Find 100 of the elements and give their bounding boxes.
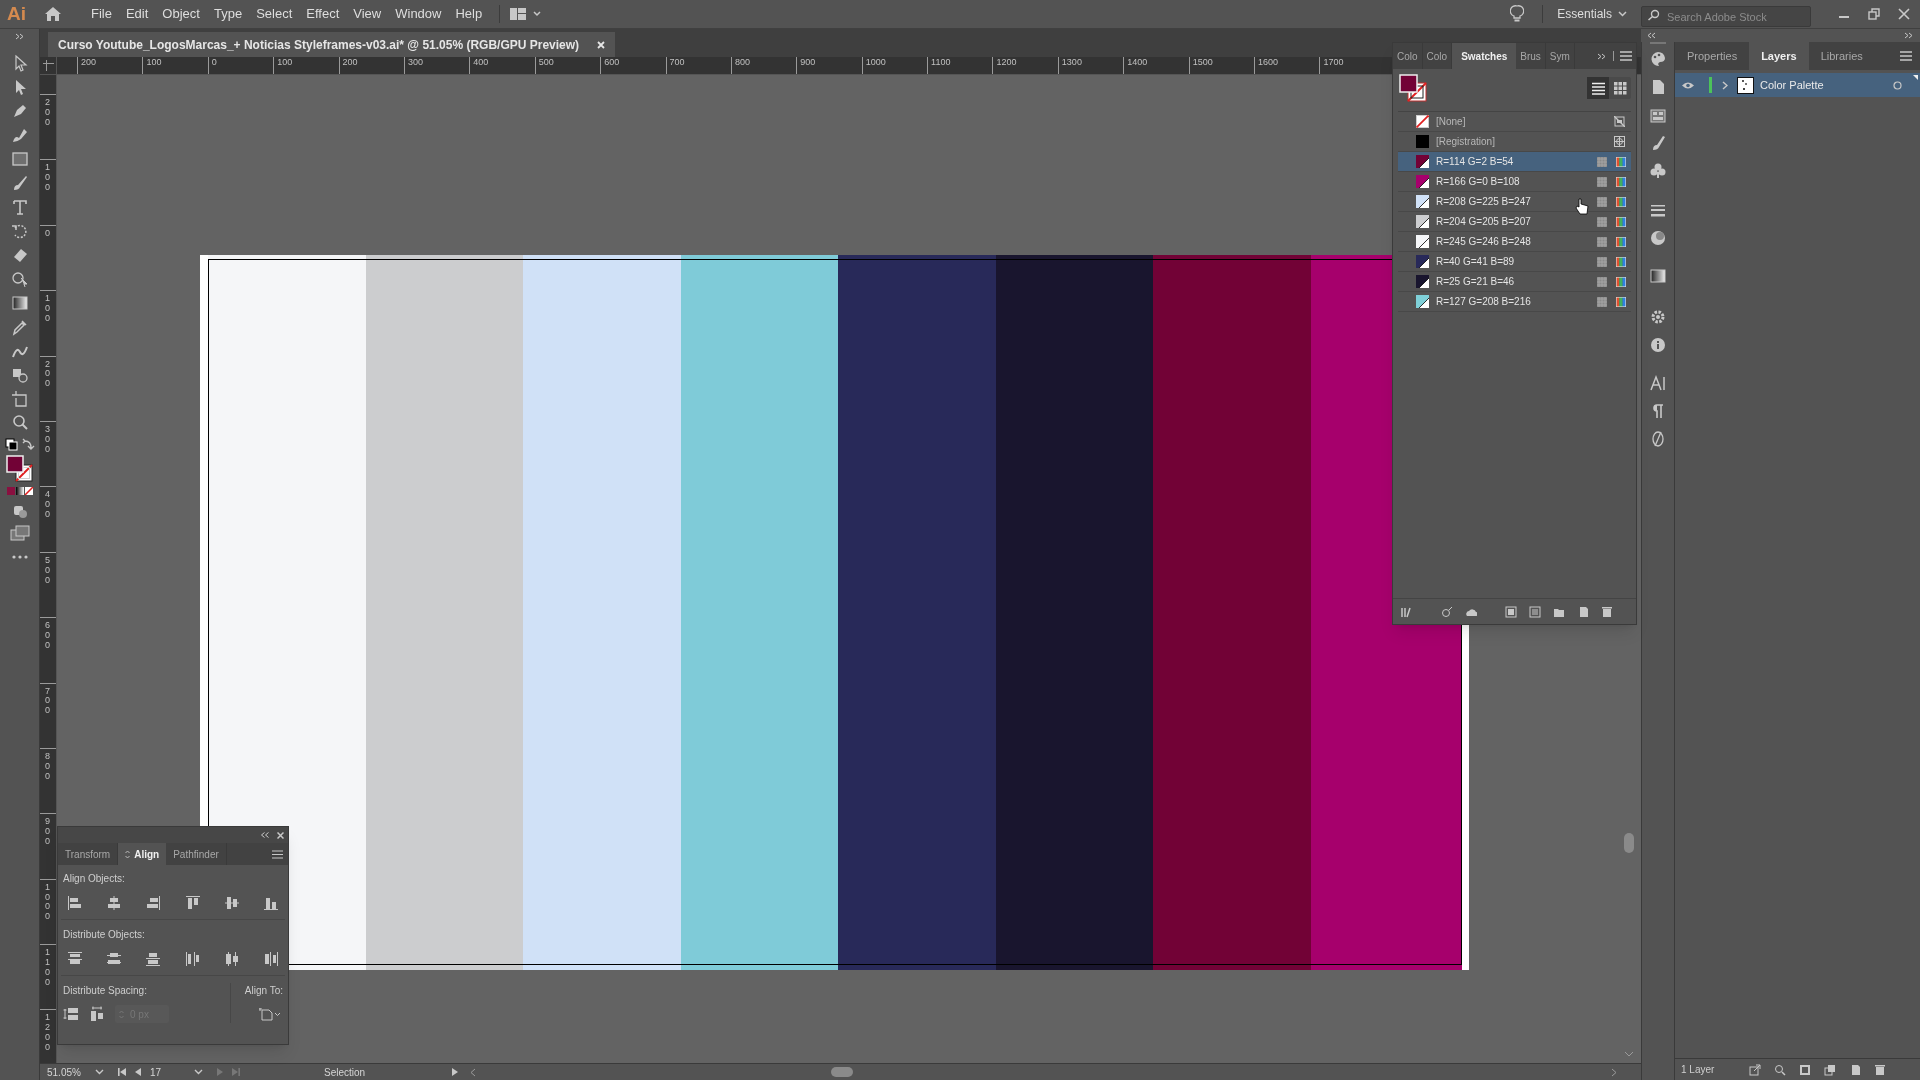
scroll-left-icon[interactable]: [470, 1067, 476, 1077]
panel-tab[interactable]: Align: [118, 843, 167, 865]
more-tabs-icon[interactable]: [1597, 52, 1607, 60]
scroll-right-icon[interactable]: [1611, 1067, 1617, 1077]
list-view-button[interactable]: [1587, 77, 1609, 99]
distribute-horizontal-spacing-icon[interactable]: [89, 1006, 105, 1022]
layer-row[interactable]: Color Palette: [1675, 73, 1920, 97]
restore-icon[interactable]: [1868, 8, 1880, 20]
artboard-number-field[interactable]: 17: [150, 1064, 194, 1080]
character-panel-icon[interactable]: [1649, 374, 1667, 392]
panel-tab[interactable]: Libraries: [1808, 42, 1875, 70]
menu-item[interactable]: Select: [249, 4, 300, 24]
gradient-panel-icon[interactable]: [1649, 267, 1667, 285]
fill-stroke-icon[interactable]: [5, 455, 34, 483]
panel-tab[interactable]: Swatches: [1452, 43, 1517, 69]
swap-fill-stroke-icon[interactable]: [4, 438, 35, 452]
workspace-dropdown[interactable]: Essentials: [1557, 5, 1627, 23]
menu-item[interactable]: View: [346, 4, 389, 24]
settings-icon[interactable]: [1649, 308, 1667, 326]
swatches-panel-icon[interactable]: [1649, 107, 1667, 125]
scrollbar-thumb[interactable]: [831, 1067, 853, 1077]
info-icon[interactable]: [1649, 336, 1667, 354]
visibility-icon[interactable]: [1681, 80, 1695, 90]
rotate-tool-icon[interactable]: [10, 222, 29, 240]
close-icon[interactable]: [597, 40, 606, 49]
swatch-row[interactable]: R=208 G=225 B=247: [1398, 192, 1631, 212]
panel-menu-icon[interactable]: [272, 849, 283, 859]
distribute-left-icon[interactable]: [184, 951, 201, 967]
panel-tab[interactable]: Layers: [1749, 42, 1809, 70]
swatch-row[interactable]: R=204 G=205 B=207: [1398, 212, 1631, 232]
home-icon[interactable]: [44, 6, 62, 22]
close-icon[interactable]: [277, 831, 284, 839]
align-to-dropdown-icon[interactable]: [259, 1007, 281, 1021]
first-artboard-icon[interactable]: [118, 1068, 126, 1076]
collapse-panel-icon[interactable]: [261, 832, 269, 838]
distribute-vertical-spacing-icon[interactable]: [63, 1006, 79, 1022]
zoom-tool-icon[interactable]: [10, 414, 29, 432]
panel-tab[interactable]: Pathfinder: [166, 843, 227, 865]
curvature-tool-icon[interactable]: [10, 126, 29, 144]
align-left-icon[interactable]: [67, 895, 83, 911]
fill-stroke-icon[interactable]: [1398, 73, 1428, 103]
collapse-panels-icon[interactable]: [1647, 32, 1657, 39]
align-horizontal-center-icon[interactable]: [106, 895, 123, 911]
expand-panel-icon[interactable]: [14, 33, 25, 40]
swatch-row[interactable]: R=40 G=41 B=89: [1398, 252, 1631, 272]
swatch-row[interactable]: R=166 G=0 B=108: [1398, 172, 1631, 192]
palette-icon[interactable]: [1649, 50, 1667, 68]
export-icon[interactable]: [1749, 1063, 1762, 1076]
delete-icon[interactable]: [1601, 605, 1613, 618]
symbol-sprayer-tool-icon[interactable]: [10, 366, 29, 384]
scrollbar-thumb[interactable]: [1624, 833, 1634, 853]
gradient-tool-icon[interactable]: [10, 294, 29, 312]
locate-object-icon[interactable]: [1774, 1063, 1787, 1076]
panel-tab[interactable]: Properties: [1675, 42, 1750, 70]
close-icon[interactable]: [1898, 8, 1910, 20]
swatch-options-icon[interactable]: [1529, 605, 1541, 618]
chevron-right-icon[interactable]: [1721, 80, 1728, 90]
align-vertical-center-icon[interactable]: [223, 895, 240, 911]
search-field[interactable]: Search Adobe Stock: [1641, 6, 1811, 27]
menu-item[interactable]: Type: [206, 4, 250, 24]
new-sublayer-icon[interactable]: [1824, 1063, 1837, 1076]
panel-tab[interactable]: Colo: [1393, 43, 1423, 69]
new-layer-icon[interactable]: [1849, 1063, 1862, 1076]
type-tool-icon[interactable]: [10, 198, 29, 216]
distribute-bottom-icon[interactable]: [145, 951, 162, 967]
swatch-row[interactable]: [Registration]: [1398, 132, 1631, 152]
rectangle-tool-icon[interactable]: [10, 150, 29, 168]
color-mode-icon[interactable]: [5, 487, 34, 495]
artboard-tool-icon[interactable]: [10, 390, 29, 408]
distribute-right-icon[interactable]: [262, 951, 279, 967]
show-kinds-icon[interactable]: [1441, 605, 1453, 618]
document-tab[interactable]: Curso Youtube_LogosMarcas_+ Noticias Styleframes-v03.ai* @ 51.05% (RGB/GPU Preview): [48, 32, 616, 57]
align-top-icon[interactable]: [184, 895, 201, 911]
swatch-row[interactable]: [None]: [1398, 112, 1631, 132]
menu-item[interactable]: Effect: [299, 4, 347, 24]
zoom-level[interactable]: 51.05%: [47, 1064, 95, 1080]
menu-item[interactable]: File: [84, 4, 119, 24]
color-group-icon[interactable]: [1505, 605, 1517, 618]
more-tools-icon[interactable]: [11, 555, 28, 559]
ruler-origin[interactable]: [40, 57, 57, 75]
distribute-horizontal-center-icon[interactable]: [223, 951, 240, 967]
lightbulb-icon[interactable]: [1510, 5, 1525, 23]
clipping-mask-icon[interactable]: [1799, 1063, 1812, 1076]
play-icon[interactable]: [452, 1068, 458, 1076]
delete-icon[interactable]: [1874, 1063, 1887, 1076]
screen-mode-icon[interactable]: [9, 525, 30, 541]
swatch-row[interactable]: R=25 G=21 B=46: [1398, 272, 1631, 292]
align-bottom-icon[interactable]: [262, 895, 279, 911]
previous-artboard-icon[interactable]: [135, 1068, 141, 1076]
chevron-down-icon[interactable]: [194, 1069, 203, 1075]
opentype-panel-icon[interactable]: [1649, 430, 1667, 448]
shape-builder-tool-icon[interactable]: [10, 270, 29, 288]
expand-panels-icon[interactable]: [1904, 32, 1914, 39]
menu-item[interactable]: Window: [388, 4, 449, 24]
new-swatch-icon[interactable]: [1577, 605, 1589, 618]
eyedropper-tool-icon[interactable]: [10, 318, 29, 336]
swatch-row[interactable]: R=114 G=2 B=54: [1398, 152, 1631, 172]
menu-item[interactable]: Edit: [118, 4, 156, 24]
target-icon[interactable]: [1893, 80, 1902, 90]
panel-tab[interactable]: Sym: [1545, 43, 1575, 69]
